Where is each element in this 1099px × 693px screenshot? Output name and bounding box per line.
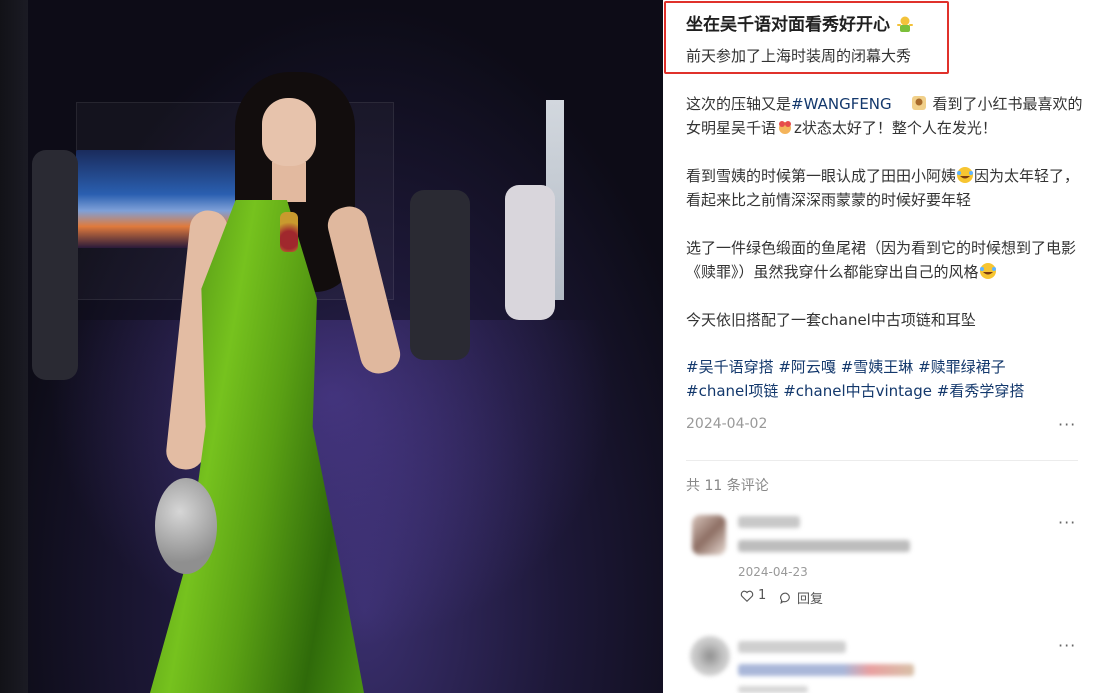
photo-bg-person [410, 190, 470, 360]
avatar[interactable] [692, 515, 726, 555]
photo-bg-person [505, 185, 555, 320]
comment-text-blurred [738, 664, 914, 676]
emoji-icon [779, 121, 792, 134]
reply-button[interactable]: 回复 [779, 588, 823, 607]
comment-username-blurred [738, 641, 846, 653]
like-button[interactable]: 1 [740, 588, 766, 603]
comment-date: 2024-04-23 [738, 565, 808, 579]
hashtag-link[interactable]: #看秀学穿搭 [937, 382, 1025, 400]
photo-subject-handbag [155, 478, 217, 574]
like-count: 1 [758, 588, 767, 603]
emoji-icon [912, 96, 927, 110]
laugh-cry-emoji-icon [979, 263, 996, 279]
hashtag-link[interactable]: #阿云嘎 [778, 358, 836, 376]
comment-date-blurred [738, 686, 808, 693]
heart-icon [740, 590, 754, 602]
comment-count: 共 11 条评论 [686, 478, 769, 494]
photo-wall [0, 0, 28, 693]
comment-more-button[interactable]: ··· [1058, 636, 1076, 655]
post-paragraph: 今天依旧搭配了一套chanel中古项链和耳坠 [686, 311, 976, 329]
comment-bubble-icon [780, 592, 790, 604]
post-paragraph: 这次的压轴又是#WANGFENG 看到了小红书最喜欢的女明星吴千语 z状态太好了！… [686, 95, 1083, 137]
photo-subject-necklace [280, 212, 298, 252]
photo-bg-person [32, 150, 78, 380]
post-paragraph: 看到雪姨的时候第一眼认成了田田小阿姨 因为太年轻了，看起来比之前情深深雨蒙蒙的时候… [686, 167, 1080, 209]
post-more-button[interactable]: ··· [1058, 415, 1076, 434]
avatar[interactable] [690, 636, 730, 676]
post-photo[interactable] [0, 0, 663, 693]
laugh-cry-emoji-icon [957, 167, 974, 183]
hashtag-link[interactable]: #雪姨王琳 [841, 358, 914, 376]
photo-subject-face [262, 98, 316, 166]
post-subtitle: 前天参加了上海时装周的闭幕大秀 [686, 47, 912, 65]
post-title: 坐在吴千语对面看秀好开心 [686, 10, 914, 35]
shrug-emoji-icon [896, 16, 913, 32]
hashtag-link[interactable]: #WANGFENG [791, 95, 892, 113]
comment-username-blurred [738, 516, 800, 528]
hashtag-link[interactable]: #chanel项链 [686, 382, 778, 400]
comment-text-blurred [738, 540, 910, 552]
post-date: 2024-04-02 [686, 416, 768, 432]
photo-subject-neck [272, 162, 306, 202]
divider [686, 460, 1078, 461]
hashtag-link[interactable]: #吴千语穿搭 [686, 358, 774, 376]
hashtag-link[interactable]: #chanel中古vintage [783, 382, 932, 400]
post-paragraph: 选了一件绿色缎面的鱼尾裙（因为看到它的时候想到了电影《赎罪》）虽然我穿什么都能穿… [686, 239, 1077, 281]
comment-more-button[interactable]: ··· [1058, 513, 1076, 532]
hashtag-link[interactable]: #赎罪绿裙子 [918, 358, 1006, 376]
post-tags: #吴千语穿搭 #阿云嘎 #雪姨王琳 #赎罪绿裙子 #chanel项链 #chan… [686, 355, 1086, 403]
